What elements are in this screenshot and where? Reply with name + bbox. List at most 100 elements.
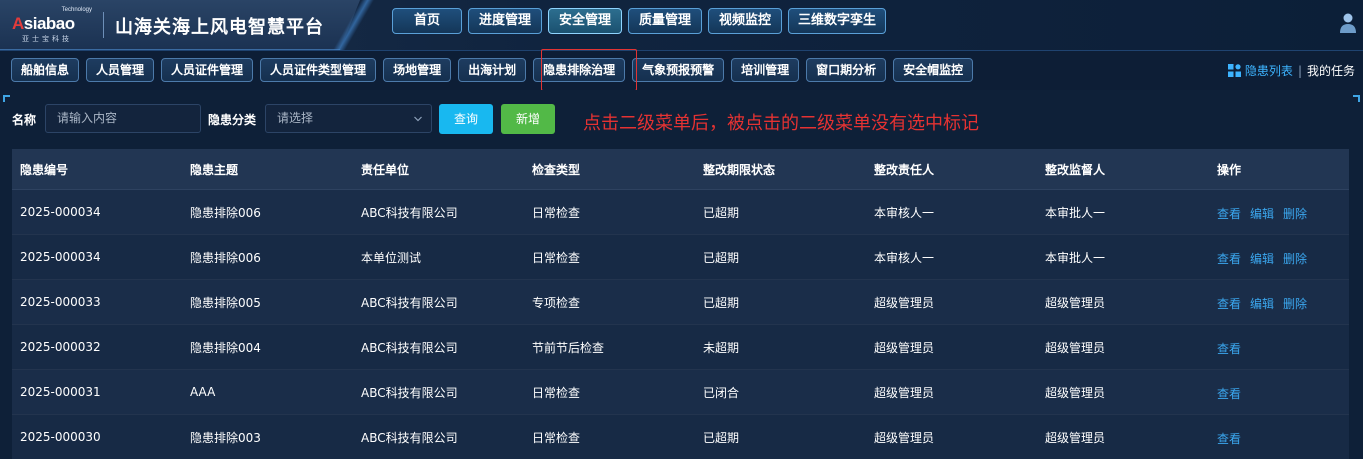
cell-topic: 隐患排除004 (190, 340, 261, 355)
top-nav-home[interactable]: 首页 (392, 8, 462, 34)
cell-status: 已超期 (703, 430, 740, 445)
cell-topic: 隐患排除006 (190, 205, 261, 220)
subnav-personnel[interactable]: 人员管理 (86, 58, 155, 82)
logo-cn-text: 亚士宝科技 (22, 35, 72, 43)
cell-topic: 隐患排除003 (190, 430, 261, 445)
frame-corner-top-right (1353, 95, 1360, 102)
table-row: 2025-000034 隐患排除006 本单位测试 日常检查 已超期 本审核人一 本审批人一… (12, 235, 1349, 280)
edit-link[interactable]: 编辑 (1250, 250, 1274, 267)
table-row: 2025-000033 隐患排除005 ABC科技有限公司 专项检查 已超期 超级管理员 超… (12, 280, 1349, 325)
header-type: 检查类型 (532, 162, 581, 177)
cell-topic: 隐患排除006 (190, 250, 261, 265)
cell-owner: 超级管理员 (874, 385, 935, 400)
header-unit: 责任单位 (361, 162, 410, 177)
subnav-certificate-types[interactable]: 人员证件类型管理 (260, 58, 377, 82)
cell-actions: 查看 (1209, 383, 1349, 402)
cell-status: 已超期 (703, 250, 740, 265)
category-select[interactable]: 请选择 (265, 104, 432, 133)
cell-supervisor: 超级管理员 (1045, 295, 1106, 310)
cell-id: 2025-000030 (20, 430, 101, 444)
subnav-sea-plan[interactable]: 出海计划 (458, 58, 527, 82)
cell-id: 2025-000031 (20, 385, 101, 399)
top-nav-video[interactable]: 视频监控 (708, 8, 782, 34)
link-separator: | (1297, 63, 1302, 78)
subnav-window-analysis[interactable]: 窗口期分析 (806, 58, 887, 82)
logo-mark: Asiabao (12, 14, 75, 33)
subnav-training[interactable]: 培训管理 (731, 58, 800, 82)
top-nav-progress[interactable]: 进度管理 (468, 8, 542, 34)
view-link[interactable]: 查看 (1217, 430, 1241, 447)
cell-status: 已闭合 (703, 385, 740, 400)
sub-nav: 船舶信息 人员管理 人员证件管理 人员证件类型管理 场地管理 出海计划 隐患排除… (11, 58, 974, 82)
subnav-certificates[interactable]: 人员证件管理 (161, 58, 254, 82)
cell-type: 日常检查 (532, 430, 581, 445)
top-nav-quality[interactable]: 质量管理 (628, 8, 702, 34)
cell-type: 专项检查 (532, 295, 581, 310)
cell-id: 2025-000034 (20, 250, 101, 264)
header-topic: 隐患主题 (190, 162, 239, 177)
delete-link[interactable]: 删除 (1283, 205, 1307, 222)
view-link[interactable]: 查看 (1217, 250, 1241, 267)
header-actions: 操作 (1217, 162, 1242, 177)
cell-status: 已超期 (703, 205, 740, 220)
top-nav: 首页 进度管理 安全管理 质量管理 视频监控 三维数字孪生 (392, 8, 886, 34)
subnav-bar: 船舶信息 人员管理 人员证件管理 人员证件类型管理 场地管理 出海计划 隐患排除… (0, 50, 1363, 90)
add-button[interactable]: 新增 (501, 104, 555, 134)
user-icon[interactable] (1339, 12, 1357, 34)
logo-tech-text: Technology (61, 7, 92, 13)
brand-edge-glow (330, 0, 380, 50)
cell-owner: 超级管理员 (874, 295, 935, 310)
cell-owner: 本审核人一 (874, 250, 935, 265)
name-label: 名称 (12, 113, 37, 127)
grid-list-icon (1227, 64, 1241, 77)
cell-supervisor: 本审批人一 (1045, 205, 1106, 220)
view-link[interactable]: 查看 (1217, 295, 1241, 312)
hazard-list-link[interactable]: 隐患列表 (1245, 62, 1293, 79)
table-row: 2025-000034 隐患排除006 ABC科技有限公司 日常检查 已超期 本审核人一 本… (12, 190, 1349, 235)
cell-supervisor: 超级管理员 (1045, 430, 1106, 445)
edit-link[interactable]: 编辑 (1250, 295, 1274, 312)
top-nav-safety[interactable]: 安全管理 (548, 8, 622, 34)
cell-unit: ABC科技有限公司 (361, 430, 458, 445)
cell-unit: ABC科技有限公司 (361, 340, 458, 355)
brand-divider (103, 12, 104, 38)
subnav-ship-info[interactable]: 船舶信息 (11, 58, 80, 82)
cell-unit: ABC科技有限公司 (361, 385, 458, 400)
subnav-helmet-monitor[interactable]: 安全帽监控 (893, 58, 974, 82)
table-row: 2025-000032 隐患排除004 ABC科技有限公司 节前节后检查 未超期 超级管理… (12, 325, 1349, 370)
chevron-down-icon (414, 116, 422, 122)
view-link[interactable]: 查看 (1217, 385, 1241, 402)
platform-title: 山海关海上风电智慧平台 (115, 17, 324, 38)
delete-link[interactable]: 删除 (1283, 295, 1307, 312)
category-label: 隐患分类 (208, 113, 257, 127)
right-links: 隐患列表 | 我的任务 (1227, 62, 1355, 79)
cell-owner: 超级管理员 (874, 340, 935, 355)
cell-unit: ABC科技有限公司 (361, 205, 458, 220)
subnav-site[interactable]: 场地管理 (383, 58, 452, 82)
my-tasks-link[interactable]: 我的任务 (1307, 62, 1355, 79)
cell-owner: 本审核人一 (874, 205, 935, 220)
cell-type: 日常检查 (532, 385, 581, 400)
top-header: Technology Asiabao 亚士宝科技 山海关海上风电智慧平台 首页 … (0, 0, 1363, 50)
cell-unit: 本单位测试 (361, 250, 422, 265)
name-search-input[interactable]: 请输入内容 (45, 104, 201, 133)
subnav-weather-warning[interactable]: 气象预报预警 (632, 58, 725, 82)
annotation-notice: 点击二级菜单后，被点击的二级菜单没有选中标记 (583, 113, 979, 134)
cell-topic: AAA (190, 385, 216, 399)
cell-topic: 隐患排除005 (190, 295, 261, 310)
cell-supervisor: 超级管理员 (1045, 340, 1106, 355)
delete-link[interactable]: 删除 (1283, 250, 1307, 267)
view-link[interactable]: 查看 (1217, 205, 1241, 222)
frame-corner-top-left (3, 95, 10, 102)
view-link[interactable]: 查看 (1217, 340, 1241, 357)
edit-link[interactable]: 编辑 (1250, 205, 1274, 222)
cell-supervisor: 本审批人一 (1045, 250, 1106, 265)
cell-status: 未超期 (703, 340, 740, 355)
header-status: 整改期限状态 (703, 162, 776, 177)
cell-status: 已超期 (703, 295, 740, 310)
category-select-value: 请选择 (277, 111, 314, 125)
query-button[interactable]: 查询 (439, 104, 493, 134)
top-nav-digital-twin[interactable]: 三维数字孪生 (788, 8, 886, 34)
cell-type: 节前节后检查 (532, 340, 605, 355)
table-row: 2025-000030 隐患排除003 ABC科技有限公司 日常检查 已超期 超级管理员 超… (12, 415, 1349, 459)
